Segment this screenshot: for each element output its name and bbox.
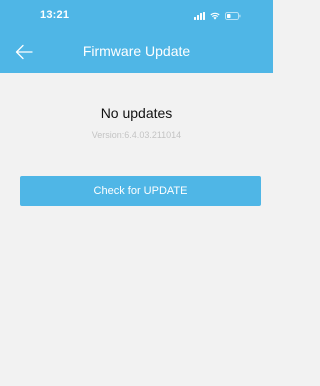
status-time: 13:21 xyxy=(40,9,70,21)
main-content: No updates Version:6.4.03.211014 Check f… xyxy=(0,73,273,386)
wifi-icon xyxy=(210,12,220,20)
signal-icon xyxy=(194,12,205,20)
check-for-update-button[interactable]: Check for UPDATE xyxy=(20,176,261,206)
top-bar: 13:21 Firmware Update xyxy=(0,0,273,73)
firmware-version-label: Version:6.4.03.211014 xyxy=(91,130,182,140)
status-icons xyxy=(194,11,241,21)
status-bar: 13:21 xyxy=(0,0,273,32)
battery-icon xyxy=(225,12,241,20)
update-status-title: No updates xyxy=(100,105,173,121)
firmware-update-screen: 13:21 Firmware Update No updates Version… xyxy=(0,0,273,386)
navigation-bar: Firmware Update xyxy=(0,32,273,73)
page-title: Firmware Update xyxy=(82,43,191,59)
